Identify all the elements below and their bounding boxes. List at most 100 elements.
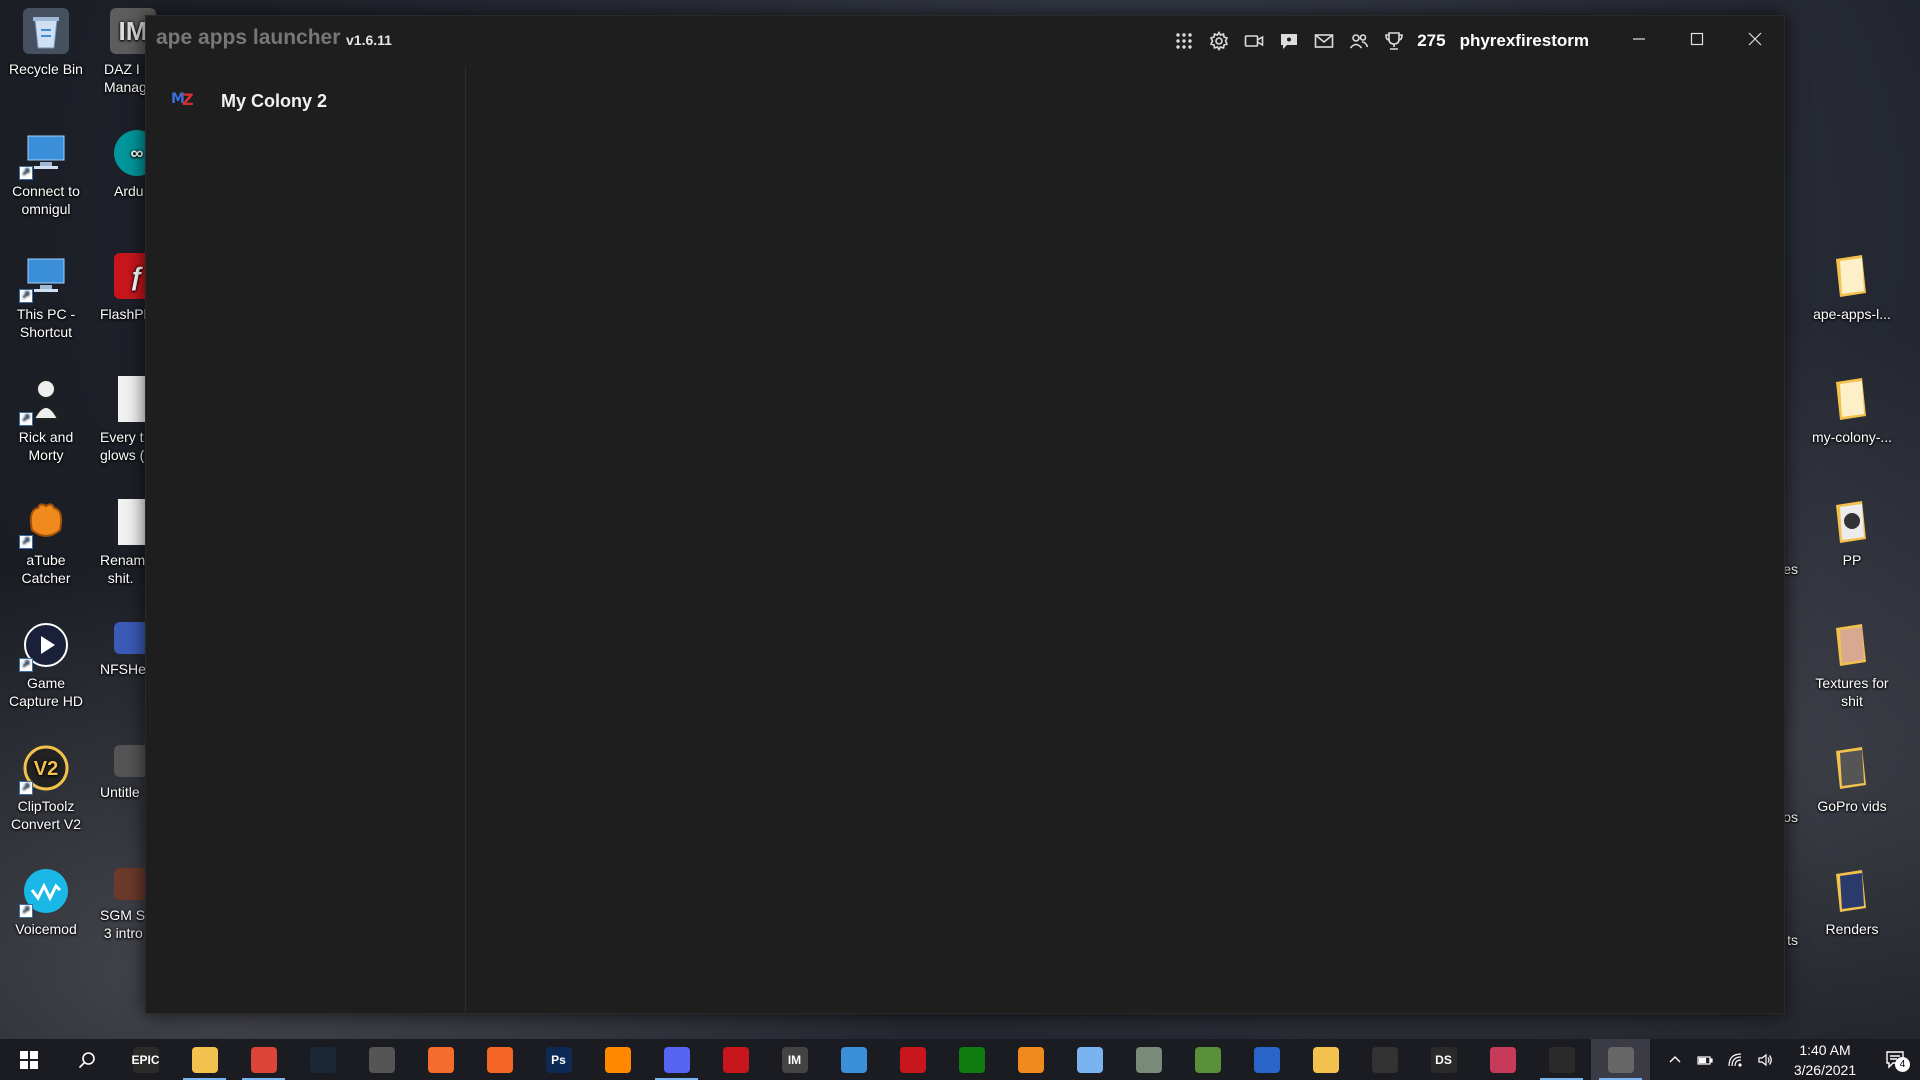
taskbar-app-atube-catcher[interactable]	[1001, 1039, 1060, 1080]
window-titlebar[interactable]: ape apps launcher v1.6.11 275 phyrexfire…	[146, 16, 1784, 66]
taskbar-app-game-launcher[interactable]	[1119, 1039, 1178, 1080]
action-center-button[interactable]: 4	[1870, 1039, 1920, 1080]
taskbar-clock[interactable]: 1:40 AM 3/26/2021	[1780, 1040, 1870, 1080]
my-colony-2-logo-icon: MZ	[171, 90, 194, 109]
volume-icon[interactable]	[1750, 1039, 1780, 1080]
desktop-icon-label: Every t glows (	[100, 429, 145, 463]
desktop-icon-rick-and-morty[interactable]: ↗ Rick and Morty	[2, 368, 90, 464]
svg-text:V2: V2	[34, 758, 58, 780]
taskbar-app-daz-studio[interactable]: DS	[1414, 1039, 1473, 1080]
voicemod-icon: ↗	[19, 868, 69, 918]
username[interactable]: phyrexfirestorm	[1460, 31, 1589, 51]
battery-icon[interactable]	[1690, 1039, 1720, 1080]
taskbar-app-nfs[interactable]	[883, 1039, 942, 1080]
shortcut-arrow-icon: ↗	[19, 166, 33, 180]
taskbar-app-3d-builder[interactable]	[824, 1039, 883, 1080]
taskbar-app-xbox[interactable]	[942, 1039, 1001, 1080]
imvu-icon: IM	[781, 1046, 808, 1073]
taskbar-app-triangle-app[interactable]	[1473, 1039, 1532, 1080]
desktop-folder-textures[interactable]: Textures for shit	[1808, 614, 1896, 710]
taskbar-app-smiley-app[interactable]	[1296, 1039, 1355, 1080]
origin-icon	[427, 1046, 454, 1073]
taskbar-app-photoshop[interactable]: Ps	[529, 1039, 588, 1080]
taskbar-app-discord[interactable]	[647, 1039, 706, 1080]
obs-icon	[1371, 1046, 1398, 1073]
desktop-icon-daz[interactable]: IM DAZ I Manag	[92, 0, 156, 96]
desktop-icon-sgm[interactable]: SGM S 3 intro	[92, 860, 160, 942]
settings-gear-icon[interactable]	[1201, 26, 1236, 56]
desktop-icon-atube-catcher[interactable]: ↗ aTube Catcher	[2, 491, 90, 587]
taskbar-app-imvu[interactable]: IM	[765, 1039, 824, 1080]
desktop-icon-label: ClipToolz Convert V2	[10, 798, 82, 832]
desktop-icon-arduino[interactable]: ∞ Ardu	[92, 122, 160, 200]
desktop-icon-nfsheat[interactable]: NFSHe	[92, 614, 160, 678]
desktop-icon-label: Ardu	[114, 183, 144, 199]
search-button[interactable]	[58, 1039, 116, 1080]
wifi-icon[interactable]	[1720, 1039, 1750, 1080]
shortcut-arrow-icon: ↗	[19, 781, 33, 795]
smiley-app-icon	[1312, 1046, 1339, 1073]
minimize-button[interactable]	[1610, 16, 1668, 62]
desktop-folder-my-colony[interactable]: my-colony-...	[1808, 368, 1896, 446]
video-icon[interactable]	[1236, 26, 1271, 56]
folder-icon	[1829, 376, 1875, 422]
taskbar-app-origin[interactable]	[411, 1039, 470, 1080]
trophy-icon[interactable]	[1376, 26, 1411, 56]
game-library-sidebar: MZ My Colony 2	[146, 66, 466, 1013]
3d-builder-icon	[840, 1046, 867, 1073]
taskbar-app-vlc[interactable]	[588, 1039, 647, 1080]
desktop-icon-label: PP	[1842, 552, 1862, 568]
desktop-icon-recycle-bin[interactable]: Recycle Bin	[2, 0, 90, 78]
start-button[interactable]	[0, 1039, 58, 1080]
taskbar-app-steam[interactable]	[293, 1039, 352, 1080]
close-button[interactable]	[1726, 16, 1784, 62]
ape-apps-launcher-icon	[1607, 1046, 1634, 1073]
desktop-icon-game-capture-hd[interactable]: ↗ Game Capture HD	[2, 614, 90, 710]
friends-icon[interactable]	[1341, 26, 1376, 56]
maximize-icon	[1690, 32, 1704, 46]
taskbar-app-obs[interactable]	[1355, 1039, 1414, 1080]
rick-morty-icon: ↗	[19, 376, 69, 426]
desktop-icon-everything-glows[interactable]: Every t glows (	[92, 368, 152, 464]
taskbar-app-paint[interactable]	[1060, 1039, 1119, 1080]
taskbar-app-google-chrome[interactable]	[234, 1039, 293, 1080]
desktop-folder-ape-apps[interactable]: ape-apps-l...	[1808, 245, 1896, 323]
desktop-icon-connect-omnigul[interactable]: ↗ Connect to omnigul	[2, 122, 90, 218]
shortcut-arrow-icon: ↗	[19, 658, 33, 672]
notification-count-badge: 4	[1895, 1057, 1910, 1072]
desktop-icon-label: NFSHe	[100, 661, 146, 677]
search-icon	[78, 1051, 95, 1068]
desktop-icon-untitled[interactable]: Untitle	[92, 737, 160, 801]
desktop-folder-renders[interactable]: Renders	[1808, 860, 1896, 938]
desktop-icon-label: Voicemod	[15, 921, 77, 937]
desktop-icon-label: Game Capture HD	[9, 675, 83, 709]
desktop-folder-gopro[interactable]: GoPro vids	[1808, 737, 1896, 815]
recycle-bin-icon	[23, 8, 69, 54]
desktop-icon-flashplayer[interactable]: ƒ FlashPl	[92, 245, 160, 323]
desktop-icon-rename[interactable]: Renam shit.	[92, 491, 152, 587]
system-tray: 1:40 AM 3/26/2021 4	[1660, 1039, 1920, 1080]
taskbar-app-minecraft[interactable]	[1178, 1039, 1237, 1080]
desktop-icon-this-pc[interactable]: ↗ This PC - Shortcut	[2, 245, 90, 341]
taskbar-app-file-explorer[interactable]	[175, 1039, 234, 1080]
desktop-folder-pp[interactable]: PP	[1808, 491, 1896, 569]
taskbar-app-paint-3d[interactable]	[1237, 1039, 1296, 1080]
desktop-icon-cliptoolz[interactable]: V2 ↗ ClipToolz Convert V2	[2, 737, 90, 833]
mail-icon[interactable]	[1306, 26, 1341, 56]
launcher-toolbar: 275 phyrexfirestorm	[1166, 26, 1589, 56]
taskbar-app-my-colony-2[interactable]	[1532, 1039, 1591, 1080]
show-hidden-icons-chevron-up-icon[interactable]	[1660, 1039, 1690, 1080]
vlc-icon	[604, 1046, 631, 1073]
desktop-icon-voicemod[interactable]: ↗ Voicemod	[2, 860, 90, 938]
desktop-icon-label: Untitle	[100, 784, 140, 800]
taskbar-app-hitman[interactable]	[352, 1039, 411, 1080]
taskbar-app-epic-games[interactable]: EPIC	[116, 1039, 175, 1080]
maximize-button[interactable]	[1668, 16, 1726, 62]
game-item-my-colony-2[interactable]: MZ My Colony 2	[171, 87, 327, 115]
taskbar-app-game-app[interactable]	[706, 1039, 765, 1080]
taskbar-app-ape-apps-launcher[interactable]	[1591, 1039, 1650, 1080]
apps-grid-icon[interactable]	[1166, 26, 1201, 56]
chat-icon[interactable]	[1271, 26, 1306, 56]
hitman-icon	[368, 1046, 395, 1073]
taskbar-app-arrow-app[interactable]	[470, 1039, 529, 1080]
